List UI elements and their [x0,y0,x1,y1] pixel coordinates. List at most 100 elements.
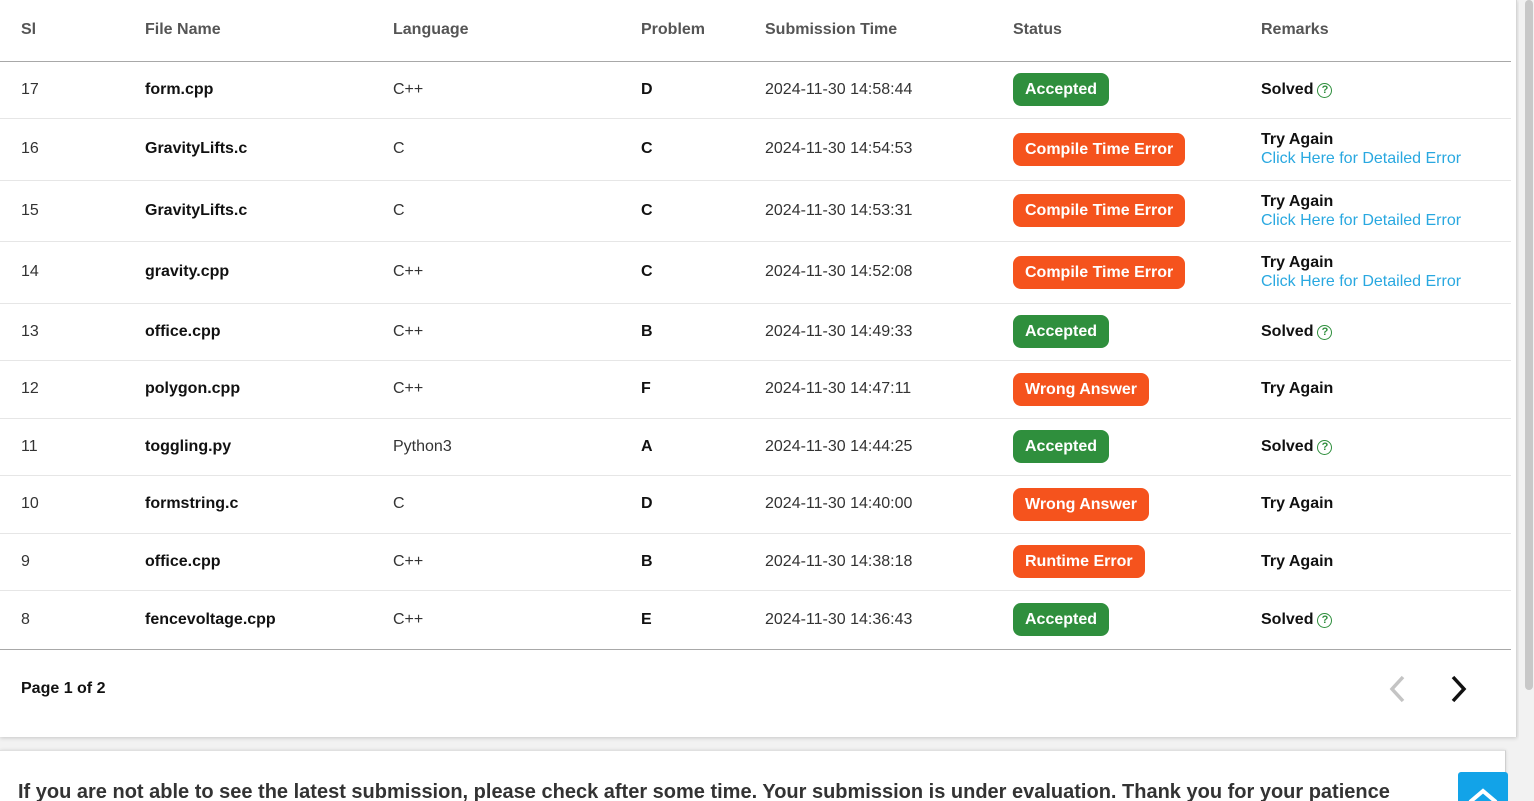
header-status: Status [992,0,1240,62]
table-row: 16 GravityLifts.c C C 2024-11-30 14:54:53 Com… [0,118,1511,181]
header-sl: Sl [0,0,124,62]
remark-label: Solved [1261,437,1314,455]
chevron-left-icon [1389,675,1405,703]
header-language: Language [372,0,620,62]
previous-page-button[interactable] [1380,671,1416,707]
status-badge: Compile Time Error [1013,132,1186,166]
status-badge: Accepted [1013,430,1110,463]
cell-status: Runtime Error [992,533,1240,591]
cell-language: C++ [372,303,620,361]
cell-remarks: Solved? [1240,590,1511,650]
cell-language: C [372,118,620,181]
cell-problem: D [620,475,744,534]
cell-sl: 15 [0,180,124,242]
cell-remarks: Try Again [1240,475,1511,534]
notice-text: If you are not able to see the latest su… [18,781,1390,801]
cell-sl: 13 [0,303,124,361]
cell-status: Wrong Answer [992,360,1240,419]
help-circle-icon[interactable]: ? [1317,439,1333,455]
page-indicator: Page 1 of 2 [21,680,106,697]
remark-label: Solved [1261,322,1314,340]
cell-status: Accepted [992,303,1240,361]
cell-sl: 17 [0,61,124,119]
cell-sl: 12 [0,360,124,419]
submissions-card: Sl File Name Language Problem Submission… [0,0,1517,737]
table-row: 10 formstring.c C D 2024-11-30 14:40:00 Wrong… [0,475,1511,534]
cell-remarks: Solved? [1240,61,1511,119]
cell-language: C [372,475,620,534]
next-page-button[interactable] [1441,671,1477,707]
cell-status: Accepted [992,590,1240,650]
scrollbar-thumb[interactable] [1525,0,1533,690]
cell-remarks: Try Again [1240,533,1511,591]
status-badge: Wrong Answer [1013,487,1150,521]
cell-remarks: Try Again [1240,360,1511,419]
pagination: Page 1 of 2 [0,649,1511,731]
cell-problem: D [620,61,744,119]
cell-language: Python3 [372,418,620,476]
cell-file-name: form.cpp [124,61,372,119]
table-header-row: Sl File Name Language Problem Submission… [0,0,1511,62]
cell-sl: 10 [0,475,124,534]
cell-problem: F [620,360,744,419]
remark-label: Try Again [1261,131,1334,148]
status-badge: Accepted [1013,603,1110,636]
remark-label: Try Again [1261,552,1334,570]
cell-submission-time: 2024-11-30 14:47:11 [744,360,992,419]
status-badge: Compile Time Error [1013,255,1186,289]
chevron-up-icon [1468,788,1498,801]
cell-submission-time: 2024-11-30 14:40:00 [744,475,992,534]
cell-status: Compile Time Error [992,241,1240,304]
cell-remarks: Try Again Click Here for Detailed Error [1240,180,1511,242]
status-badge: Wrong Answer [1013,372,1150,406]
table-row: 8 fencevoltage.cpp C++ E 2024-11-30 14:36:43… [0,590,1511,650]
cell-problem: B [620,303,744,361]
status-badge: Compile Time Error [1013,194,1186,227]
cell-file-name: formstring.c [124,475,372,534]
cell-status: Wrong Answer [992,475,1240,534]
cell-problem: A [620,418,744,476]
table-row: 9 office.cpp C++ B 2024-11-30 14:38:18 Runtim… [0,533,1511,591]
help-circle-icon[interactable]: ? [1317,82,1333,98]
evaluation-notice: If you are not able to see the latest su… [0,750,1506,801]
detailed-error-link[interactable]: Click Here for Detailed Error [1261,149,1511,168]
cell-problem: C [620,241,744,304]
cell-submission-time: 2024-11-30 14:49:33 [744,303,992,361]
remark-label: Solved [1261,80,1314,98]
table-row: 11 toggling.py Python3 A 2024-11-30 14:44:25… [0,418,1511,476]
cell-sl: 11 [0,418,124,476]
cell-file-name: polygon.cpp [124,360,372,419]
help-circle-icon[interactable]: ? [1317,612,1333,628]
cell-language: C++ [372,590,620,650]
cell-submission-time: 2024-11-30 14:52:08 [744,241,992,304]
status-badge: Accepted [1013,315,1110,348]
cell-language: C++ [372,360,620,419]
cell-sl: 14 [0,241,124,304]
remark-label: Try Again [1261,380,1334,397]
detailed-error-link[interactable]: Click Here for Detailed Error [1261,272,1511,291]
cell-file-name: GravityLifts.c [124,118,372,181]
cell-problem: B [620,533,744,591]
table-row: 12 polygon.cpp C++ F 2024-11-30 14:47:11 Wron… [0,360,1511,419]
cell-file-name: fencevoltage.cpp [124,590,372,650]
scroll-to-top-button[interactable] [1458,772,1508,801]
cell-status: Accepted [992,418,1240,476]
cell-language: C++ [372,533,620,591]
cell-sl: 16 [0,118,124,181]
cell-file-name: gravity.cpp [124,241,372,304]
cell-status: Accepted [992,61,1240,119]
remark-label: Try Again [1261,254,1334,271]
cell-sl: 9 [0,533,124,591]
detailed-error-link[interactable]: Click Here for Detailed Error [1261,211,1511,230]
status-badge: Runtime Error [1013,545,1145,578]
cell-submission-time: 2024-11-30 14:36:43 [744,590,992,650]
cell-submission-time: 2024-11-30 14:54:53 [744,118,992,181]
cell-remarks: Try Again Click Here for Detailed Error [1240,241,1511,304]
cell-file-name: GravityLifts.c [124,180,372,242]
help-circle-icon[interactable]: ? [1317,324,1333,340]
cell-language: C++ [372,61,620,119]
cell-status: Compile Time Error [992,180,1240,242]
submissions-table: Sl File Name Language Problem Submission… [0,0,1511,650]
header-submission-time: Submission Time [744,0,992,62]
table-row: 15 GravityLifts.c C C 2024-11-30 14:53:31 Com… [0,180,1511,242]
